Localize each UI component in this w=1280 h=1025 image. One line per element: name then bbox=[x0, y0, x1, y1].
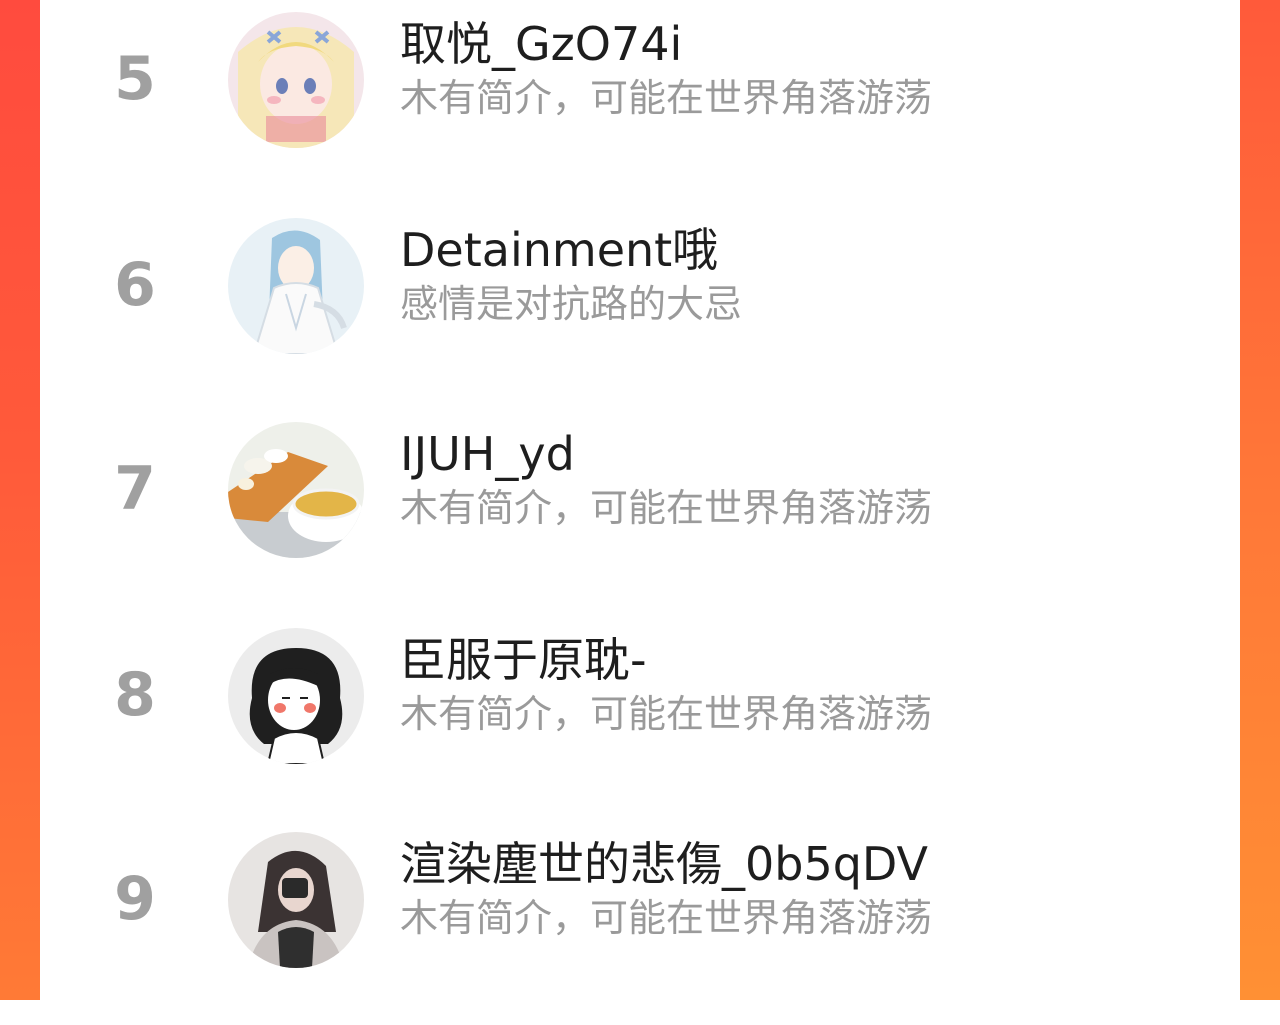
user-name[interactable]: Detainment哦 bbox=[400, 220, 718, 280]
cartoon-girl-curly-hair-avatar-icon[interactable] bbox=[228, 628, 364, 764]
right-frame bbox=[1240, 0, 1280, 1000]
list-item[interactable]: 5 取悦_GzO74i 木有简介，可能在世界角落游荡 bbox=[40, 0, 1240, 205]
user-bio: 木有简介，可能在世界角落游荡 bbox=[400, 486, 933, 530]
girl-photo-avatar-icon[interactable] bbox=[228, 832, 364, 968]
list-item[interactable]: 6 Detainment哦 感情是对抗路的大忌 bbox=[40, 206, 1240, 411]
rank-number: 7 bbox=[114, 454, 156, 524]
anime-boy-blue-hair-avatar-icon[interactable] bbox=[228, 218, 364, 354]
user-bio: 木有简介，可能在世界角落游荡 bbox=[400, 692, 933, 736]
rank-number: 9 bbox=[114, 864, 156, 934]
rank-number: 6 bbox=[114, 250, 156, 320]
left-frame bbox=[0, 0, 40, 1000]
ranking-list: 5 取悦_GzO74i 木有简介，可能在世界角落游荡 6 Detainment哦… bbox=[40, 0, 1240, 1000]
tea-cup-avatar-icon[interactable] bbox=[228, 422, 364, 558]
user-name[interactable]: 渲染塵世的悲傷_0b5qDV bbox=[400, 834, 928, 894]
rank-number: 5 bbox=[114, 44, 156, 114]
user-bio: 木有简介，可能在世界角落游荡 bbox=[400, 896, 933, 940]
rank-number: 8 bbox=[114, 660, 156, 730]
user-bio: 木有简介，可能在世界角落游荡 bbox=[400, 76, 933, 120]
anime-girl-blonde-avatar-icon[interactable] bbox=[228, 12, 364, 148]
user-name[interactable]: 取悦_GzO74i bbox=[400, 14, 682, 74]
list-item[interactable]: 8 臣服于原耽- 木有简介，可能在世界角落游荡 bbox=[40, 616, 1240, 821]
user-name[interactable]: IJUH_yd bbox=[400, 424, 575, 484]
list-item[interactable]: 7 IJUH_yd 木有简介，可能在世界角落游荡 bbox=[40, 410, 1240, 615]
user-name[interactable]: 臣服于原耽- bbox=[400, 630, 647, 690]
user-bio: 感情是对抗路的大忌 bbox=[400, 282, 743, 326]
list-item[interactable]: 9 渲染塵世的悲傷_0b5qDV 木有简介，可能在世界角落游荡 bbox=[40, 820, 1240, 1025]
